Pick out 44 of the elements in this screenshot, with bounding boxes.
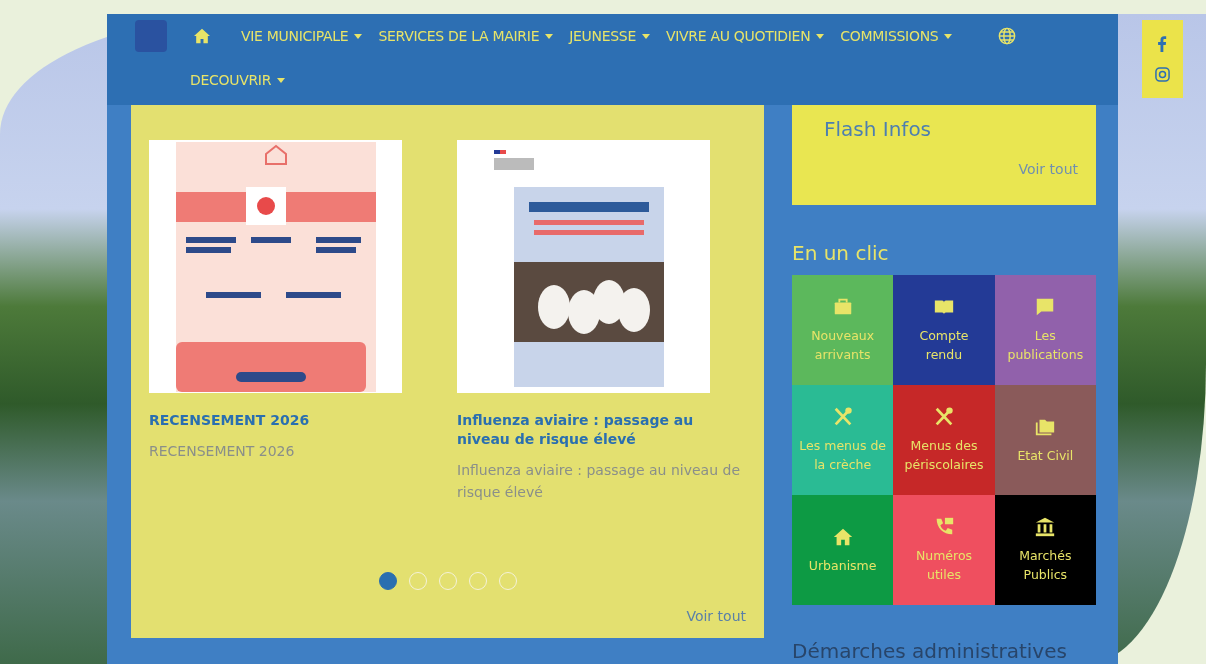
news-image[interactable] <box>457 140 710 393</box>
nav-menu-item[interactable]: SERVICES DE LA MAIRIE <box>378 28 554 44</box>
caret-icon <box>277 77 286 83</box>
caret-icon <box>545 33 554 39</box>
quick-link-tile[interactable]: Urbanisme <box>792 495 894 605</box>
quick-link-tile[interactable]: Menus des périscolaires <box>893 385 995 495</box>
section-title: Démarches administratives <box>792 639 1068 663</box>
caret-icon <box>944 33 953 39</box>
quick-link-tile[interactable]: Etat Civil <box>994 385 1096 495</box>
home-icon <box>833 528 852 545</box>
nav-menu-item[interactable]: COMMISSIONS <box>840 28 953 44</box>
facebook-icon[interactable] <box>1157 35 1167 52</box>
book-icon <box>934 300 954 315</box>
message-alert-icon <box>1037 298 1054 316</box>
news-summary: RECENSEMENT 2026 <box>149 442 296 461</box>
news-title[interactable]: RECENSEMENT 2026 <box>149 411 402 430</box>
images-icon <box>1036 419 1055 435</box>
section-title: En un clic <box>792 241 890 265</box>
cutlery-icon <box>833 407 852 426</box>
quick-link-tile[interactable]: Marchés Publics <box>994 495 1096 605</box>
nav-menu-item[interactable]: JEUNESSE <box>569 28 650 44</box>
quick-link-tile[interactable]: Compte rendu <box>893 275 995 385</box>
nav-menu-item[interactable]: VIVRE AU QUOTIDIEN <box>665 28 825 44</box>
bank-icon <box>1036 517 1055 537</box>
quick-link-tile[interactable]: Les publications <box>994 275 1096 385</box>
phone-icon <box>936 517 954 535</box>
news-summary: Influenza aviaire : passage au niveau de risque élevé <box>457 461 741 502</box>
caret-icon <box>641 33 650 39</box>
carousel-dot[interactable] <box>378 572 397 590</box>
see-all-link[interactable]: Voir tout <box>686 608 746 624</box>
nav-menu-item[interactable]: VIE MUNICIPALE <box>241 28 363 44</box>
home-icon[interactable] <box>193 28 211 44</box>
quick-link-tile[interactable]: Numéros utiles <box>893 495 995 605</box>
briefcase-icon <box>834 298 851 315</box>
see-all-link[interactable]: Voir tout <box>1018 161 1078 177</box>
caret-icon <box>354 33 363 39</box>
news-title[interactable]: Influenza aviaire : passage au niveau de risque élevé <box>457 411 746 449</box>
nav-menu-item[interactable]: DECOUVRIR <box>190 72 286 88</box>
instagram-icon[interactable] <box>1154 67 1170 83</box>
caret-icon <box>816 33 825 39</box>
news-image[interactable] <box>149 140 402 393</box>
cutlery-icon <box>935 407 953 426</box>
flash-info-title: Flash Infos <box>824 117 933 141</box>
globe-icon[interactable] <box>998 27 1017 45</box>
